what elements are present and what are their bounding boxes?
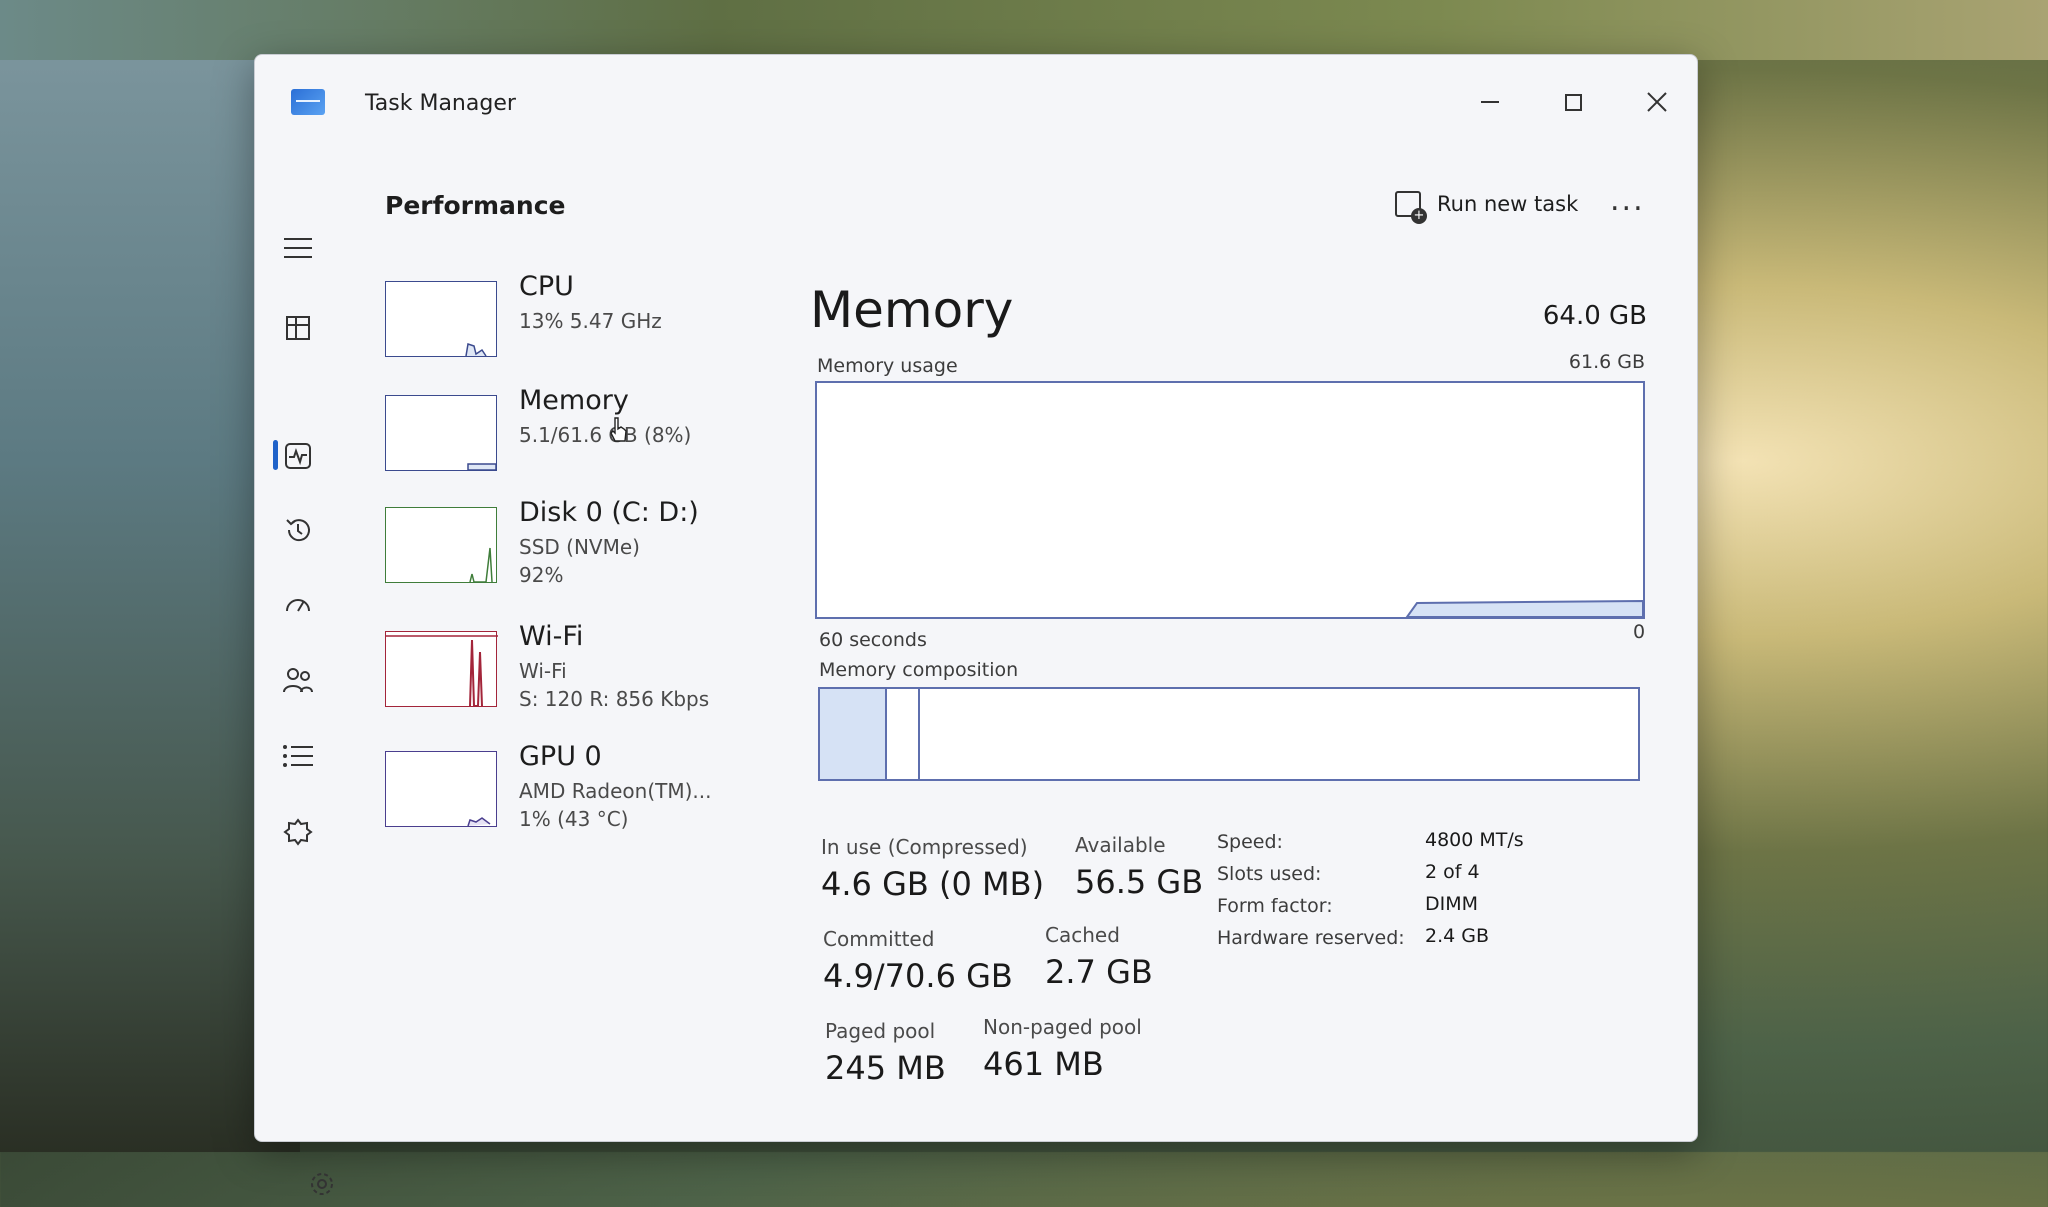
perf-item-memory[interactable]: Memory 5.1/61.6 GB (8%) <box>385 385 775 485</box>
startup-apps-icon[interactable] <box>275 581 321 627</box>
app-title: Task Manager <box>365 91 516 116</box>
memory-composition-label: Memory composition <box>819 659 1019 681</box>
perf-item-cpu[interactable]: CPU 13% 5.47 GHz <box>385 271 775 371</box>
committed-label: Committed <box>823 927 935 951</box>
in-use-value: 4.6 GB (0 MB) <box>821 865 1045 903</box>
run-new-task-label: Run new task <box>1437 192 1579 216</box>
speed-value: 4800 MT/s <box>1425 829 1524 851</box>
users-icon[interactable] <box>275 657 321 703</box>
cpu-thumbnail-graph <box>385 281 497 357</box>
memory-usage-area <box>1405 599 1643 617</box>
perf-item-gpu[interactable]: GPU 0 AMD Radeon(TM)... 1% (43 °C) <box>385 741 775 841</box>
wifi-thumbnail-graph <box>385 631 498 707</box>
gpu-thumbnail-graph <box>385 751 497 827</box>
page-title: Performance <box>385 191 566 220</box>
hamburger-menu-icon[interactable] <box>275 225 321 271</box>
perf-item-name: GPU 0 <box>519 741 602 772</box>
perf-item-detail-2: S: 120 R: 856 Kbps <box>519 687 710 711</box>
paged-pool-label: Paged pool <box>825 1019 936 1043</box>
perf-item-wifi[interactable]: Wi-Fi Wi-Fi S: 120 R: 856 Kbps <box>385 621 775 721</box>
perf-item-detail: 5.1/61.6 GB (8%) <box>519 423 692 447</box>
composition-divider-modified <box>918 689 920 779</box>
memory-total: 64.0 GB <box>1542 301 1647 331</box>
close-icon <box>1647 92 1667 112</box>
memory-usage-graph <box>815 381 1645 619</box>
minimize-button[interactable] <box>1460 77 1520 127</box>
perf-item-name: Disk 0 (C: D:) <box>519 497 699 528</box>
maximize-button[interactable] <box>1543 77 1603 127</box>
memory-composition-bar <box>818 687 1640 781</box>
perf-item-detail: 13% 5.47 GHz <box>519 309 662 333</box>
memory-thumbnail-graph <box>385 395 497 471</box>
perf-item-disk[interactable]: Disk 0 (C: D:) SSD (NVMe) 92% <box>385 497 775 597</box>
services-icon[interactable] <box>275 809 321 855</box>
form-factor-value: DIMM <box>1425 893 1479 915</box>
task-manager-window: Task Manager Performance + Run new task … <box>254 54 1698 1195</box>
perf-item-detail: Wi-Fi <box>519 659 567 683</box>
details-icon[interactable] <box>275 733 321 779</box>
memory-heading: Memory <box>810 281 1014 339</box>
memory-usage-label: Memory usage <box>817 355 958 377</box>
cached-label: Cached <box>1045 923 1120 947</box>
hardware-reserved-label: Hardware reserved: <box>1217 927 1405 949</box>
hardware-reserved-value: 2.4 GB <box>1425 925 1490 947</box>
perf-item-detail: SSD (NVMe) <box>519 535 640 559</box>
form-factor-label: Form factor: <box>1217 895 1333 917</box>
title-bar[interactable]: Task Manager <box>255 55 1697 155</box>
close-button[interactable] <box>1627 77 1687 127</box>
run-new-task-button[interactable]: Run new task <box>1395 179 1578 229</box>
navigation-rail <box>255 155 335 1195</box>
mouse-cursor-icon <box>610 417 627 442</box>
perf-item-detail-2: 92% <box>519 563 564 587</box>
run-task-icon <box>1395 191 1427 224</box>
available-label: Available <box>1075 833 1166 857</box>
available-value: 56.5 GB <box>1075 863 1204 901</box>
app-history-icon[interactable] <box>275 507 321 553</box>
composition-in-use <box>820 689 885 779</box>
disk-thumbnail-graph <box>385 507 497 583</box>
slots-used-value: 2 of 4 <box>1425 861 1480 883</box>
committed-value: 4.9/70.6 GB <box>823 957 1013 995</box>
graph-time-left: 60 seconds <box>819 629 927 651</box>
cached-value: 2.7 GB <box>1045 953 1153 991</box>
paged-pool-value: 245 MB <box>825 1049 946 1087</box>
speed-label: Speed: <box>1217 831 1283 853</box>
wallpaper-top <box>0 0 2048 60</box>
perf-item-detail-2: 1% (43 °C) <box>519 807 629 831</box>
composition-divider-in-use <box>885 689 887 779</box>
processes-icon[interactable] <box>275 305 321 351</box>
slots-used-label: Slots used: <box>1217 863 1322 885</box>
more-options-icon[interactable]: ... <box>1610 183 1645 218</box>
memory-usage-max: 61.6 GB <box>1568 351 1645 373</box>
settings-gear-icon[interactable] <box>299 1161 345 1207</box>
non-paged-pool-label: Non-paged pool <box>983 1015 1142 1039</box>
performance-icon[interactable] <box>275 433 321 479</box>
perf-item-name: Memory <box>519 385 629 416</box>
in-use-label: In use (Compressed) <box>821 835 1028 859</box>
non-paged-pool-value: 461 MB <box>983 1045 1104 1083</box>
perf-item-name: Wi-Fi <box>519 621 584 652</box>
graph-time-right: 0 <box>1633 621 1646 643</box>
task-manager-icon <box>291 89 325 115</box>
perf-item-detail: AMD Radeon(TM)... <box>519 779 712 803</box>
perf-item-name: CPU <box>519 271 574 302</box>
